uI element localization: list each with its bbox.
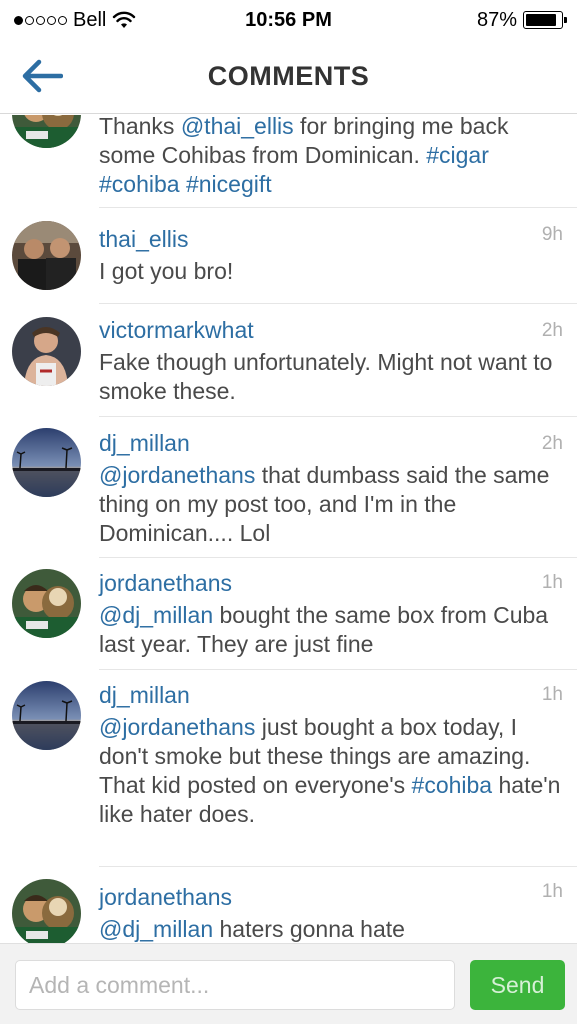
battery-icon xyxy=(523,11,567,29)
comment-body: dj_millan @jordanethans that dumbass sai… xyxy=(99,429,563,548)
mention-link[interactable]: @jordanethans xyxy=(99,714,255,740)
mention-link[interactable]: @jordanethans xyxy=(99,462,255,488)
status-right: 87% xyxy=(476,8,567,32)
hashtag-link[interactable]: #cohiba xyxy=(412,772,493,798)
comment-item: thai_ellis I got you bro! 9h xyxy=(0,208,577,304)
comment-username[interactable]: jordanethans xyxy=(99,883,563,911)
status-left: Bell xyxy=(14,9,136,32)
battery-fill xyxy=(526,14,556,26)
avatar-dj-millan[interactable] xyxy=(12,681,81,750)
comment-body: jordanethans @dj_millan haters gonna hat… xyxy=(99,883,563,943)
status-bar: Bell 10:56 PM 87% xyxy=(0,0,577,40)
comment-item: dj_millan @jordanethans just bought a bo… xyxy=(0,670,577,867)
comment-username[interactable]: dj_millan xyxy=(99,681,563,709)
comment-text: Fake though unfortunately. Might not wan… xyxy=(99,348,563,406)
comment-text: @dj_millan bought the same box from Cuba… xyxy=(99,601,563,659)
comment-text-segment: Thanks xyxy=(99,115,181,139)
avatar-dj-millan[interactable] xyxy=(12,428,81,497)
comment-body: thai_ellis I got you bro! xyxy=(99,225,563,286)
mention-link[interactable]: @dj_millan xyxy=(99,602,213,628)
send-button[interactable]: Send xyxy=(470,960,565,1010)
comment-item: victormarkwhat Fake though unfortunately… xyxy=(0,304,577,417)
avatar-jordanethans[interactable] xyxy=(12,115,81,148)
page-title: COMMENTS xyxy=(207,61,370,91)
comment-text: @dj_millan haters gonna hate xyxy=(99,915,563,943)
battery-percent: 87% xyxy=(476,8,517,31)
avatar-thai-ellis[interactable] xyxy=(12,221,81,290)
comment-text: @jordanethans that dumbass said the same… xyxy=(99,461,563,548)
comment-text-segment: Fake though unfortunately. Might not wan… xyxy=(99,349,553,404)
back-button[interactable] xyxy=(18,54,66,98)
mention-link[interactable]: @dj_millan xyxy=(99,916,213,942)
comment-text-segment: haters gonna hate xyxy=(213,916,405,942)
comment-text: I got you bro! xyxy=(99,257,563,286)
comment-item: jordanethans @dj_millan haters gonna hat… xyxy=(0,867,577,943)
comment-text: Thanks @thai_ellis for bringing me back … xyxy=(99,115,563,199)
comment-time: 2h xyxy=(541,320,563,341)
avatar-jordanethans[interactable] xyxy=(12,879,81,943)
comment-time: 2h xyxy=(541,433,563,454)
comment-username[interactable]: jordanethans xyxy=(99,569,563,597)
mention-link[interactable]: @thai_ellis xyxy=(181,115,294,139)
carrier-name: Bell xyxy=(73,8,107,31)
avatar-jordanethans[interactable] xyxy=(12,569,81,638)
comment-username[interactable]: victormarkwhat xyxy=(99,316,563,344)
comment-text-segment: I got you bro! xyxy=(99,258,234,284)
comment-input[interactable] xyxy=(15,960,455,1010)
hashtag-link[interactable]: #nicegift xyxy=(186,171,272,197)
comment-time: 1h xyxy=(541,572,563,593)
comments-list[interactable]: Thanks @thai_ellis for bringing me back … xyxy=(0,115,577,943)
comment-username[interactable]: dj_millan xyxy=(99,429,563,457)
back-arrow-icon xyxy=(22,59,63,93)
comment-time: 1h xyxy=(541,684,563,705)
comment-body: dj_millan @jordanethans just bought a bo… xyxy=(99,681,563,829)
comment-text: @jordanethans just bought a box today, I… xyxy=(99,713,563,829)
avatar-victormarkwhat[interactable] xyxy=(12,317,81,386)
comment-time: 1h xyxy=(541,881,563,902)
comment-composer: Send xyxy=(0,943,577,1024)
hashtag-link[interactable]: #cohiba xyxy=(99,171,180,197)
comment-item: jordanethans @dj_millan bought the same … xyxy=(0,558,577,670)
comment-time: 9h xyxy=(541,224,563,245)
hashtag-link[interactable]: #cigar xyxy=(426,142,489,168)
comment-body: jordanethans @dj_millan bought the same … xyxy=(99,569,563,659)
comment-body: victormarkwhat Fake though unfortunately… xyxy=(99,316,563,406)
nav-header: COMMENTS xyxy=(0,40,577,114)
comment-username[interactable]: thai_ellis xyxy=(99,225,563,253)
signal-strength-icon xyxy=(14,15,67,25)
wifi-icon xyxy=(113,11,136,28)
comment-body: Thanks @thai_ellis for bringing me back … xyxy=(99,115,563,199)
comment-item: dj_millan @jordanethans that dumbass sai… xyxy=(0,417,577,558)
comment-item: Thanks @thai_ellis for bringing me back … xyxy=(0,115,577,208)
